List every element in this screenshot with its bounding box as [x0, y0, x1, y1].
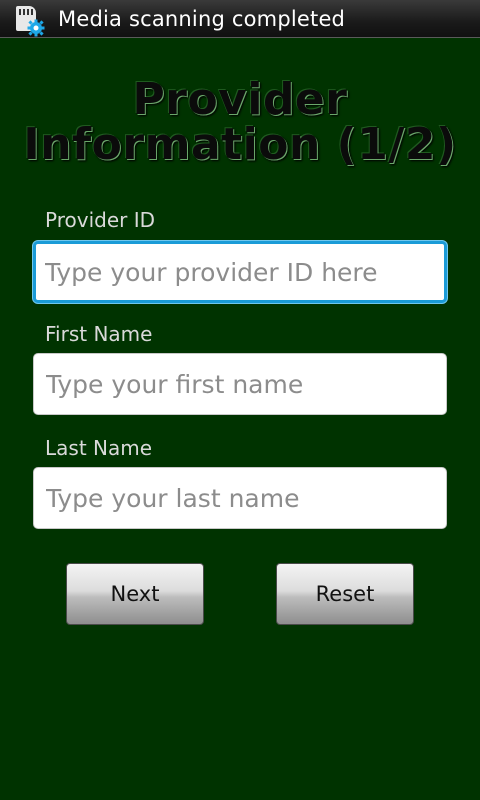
title-line-2: Information (1/2) [23, 119, 457, 170]
provider-id-label: Provider ID [45, 208, 155, 232]
first-name-input[interactable] [33, 353, 447, 415]
sd-card-scan-icon [14, 3, 45, 36]
provider-id-input[interactable] [33, 241, 447, 303]
next-button[interactable]: Next [66, 563, 204, 625]
status-bar[interactable]: Media scanning completed [0, 0, 480, 38]
last-name-label: Last Name [45, 436, 153, 460]
provider-form-page: Provider Information (1/2) Provider ID F… [0, 39, 480, 800]
title-line-1: Provider [132, 74, 348, 125]
page-title: Provider Information (1/2) [0, 77, 480, 167]
reset-button[interactable]: Reset [276, 563, 414, 625]
first-name-label: First Name [45, 322, 153, 346]
notification-text: Media scanning completed [58, 6, 346, 31]
last-name-input[interactable] [33, 467, 447, 529]
